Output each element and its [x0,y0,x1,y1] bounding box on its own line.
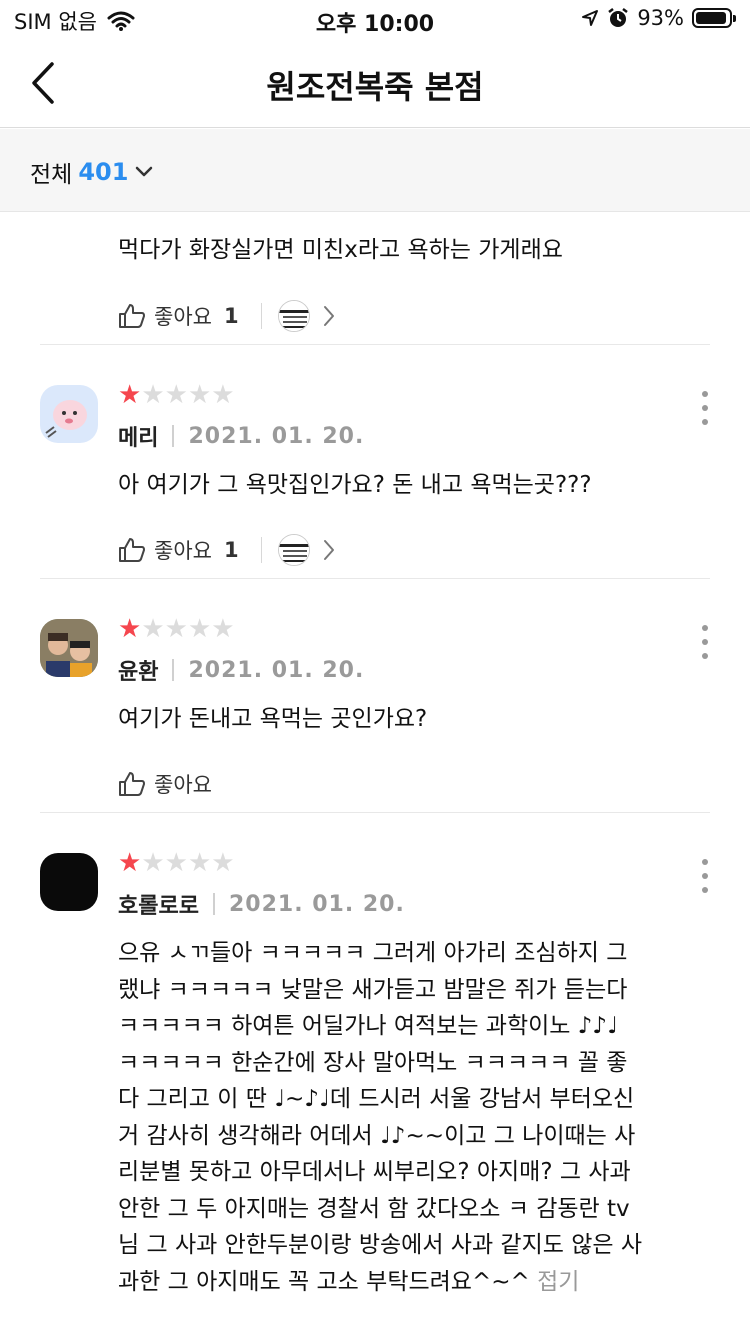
star-empty-icon: ★ [211,848,235,878]
review-item: ★ ★ ★ ★ ★ 윤환 2021. 01. 20. 여기가 돈내고 욕먹는 곳인가요?… [40,579,710,812]
like-button[interactable]: 좋아요 1 [118,535,239,565]
star-filled-icon: ★ [118,848,142,878]
review-text-line: 거 감사히 생각해라 어데서 ♩♪~~이고 그 나이때는 사 [118,1122,636,1149]
author-name[interactable]: 윤환 [118,654,158,686]
star-empty-icon: ★ [141,848,165,878]
review-text-line: 으유 ㅅㄲ들아 ㅋㅋㅋㅋㅋ 그러게 아가리 조심하지 그 [118,940,628,966]
filter-dropdown[interactable]: 전체 401 [30,155,154,189]
like-count: 1 [223,304,239,328]
review-text-last: 과한 그 아지매도 꼭 고소 부탁드려요^~^ [118,1268,530,1295]
battery-icon [692,8,736,28]
rating-stars: ★ ★ ★ ★ ★ [118,849,235,877]
thumbs-up-icon [119,304,145,328]
review-actions: 좋아요 [118,767,212,801]
review-count: 401 [78,158,129,186]
review-text-line: 다 그리고 이 딴 ♩~♪♩데 드시러 서울 강남서 부터오신 [118,1086,635,1112]
star-empty-icon: ★ [141,614,165,644]
star-empty-icon: ★ [211,380,235,410]
battery-percent: 93% [637,6,684,30]
review-text-line: 랬냐 ㅋㅋㅋㅋㅋ 낮말은 새가듣고 밤말은 쥐가 듣는다 [118,976,628,1003]
like-label: 좋아요 [154,773,212,797]
reaction-image[interactable] [277,300,310,332]
kebab-menu-icon[interactable] [700,859,710,893]
star-empty-icon: ★ [164,848,188,878]
review-text-line: ㅋㅋㅋㅋㅋ 하여튼 어딜가나 여적보는 과학이노 ♪♪♩ [118,1013,618,1039]
review-date: 2021. 01. 20. [188,423,365,449]
review-date: 2021. 01. 20. [228,891,405,917]
thumbs-up-icon [119,772,145,796]
star-empty-icon: ★ [164,614,188,644]
battery-fill [696,12,726,24]
review-text-line: 과한 그 아지매도 꼭 고소 부탁드려요^~^ 접기 [118,1264,698,1301]
filter-label: 전체 [30,162,73,188]
collapse-link[interactable]: 접기 [537,1269,579,1295]
rating-stars: ★ ★ ★ ★ ★ [118,381,235,409]
review-meta: 윤환 2021. 01. 20. [118,654,364,686]
review-text: 으유 ㅅㄲ들아 ㅋㅋㅋㅋㅋ 그러게 아가리 조심하지 그 랬냐 ㅋㅋㅋㅋㅋ 낮말… [118,935,698,1300]
review-text: 먹다가 화장실가면 미친x라고 욕하는 가게래요 [118,237,563,263]
review-item: ★ ★ ★ ★ ★ 메리 2021. 01. 20. 아 여기가 그 욕맛집인가요? 돈… [40,345,710,578]
review-text: 여기가 돈내고 욕먹는 곳인가요? [118,706,428,732]
review-text-line: ㅋㅋㅋㅋㅋ 한순간에 장사 말아먹노 ㅋㅋㅋㅋㅋ 꼴 좋 [118,1049,628,1076]
author-name[interactable]: 메리 [118,420,158,452]
avatar[interactable] [40,619,98,677]
page-title: 원조전복죽 본점 [266,68,484,106]
review-text-line: 리분별 못하고 아무데서나 씨부리오? 아지매? 그 사과 [118,1159,631,1185]
chevron-right-icon[interactable] [322,538,336,562]
star-empty-icon: ★ [141,380,165,410]
alarm-icon [608,8,629,27]
nav-header: 원조전복죽 본점 [0,40,750,128]
like-label: 좋아요 [154,539,212,563]
review-meta: 메리 2021. 01. 20. [118,420,364,452]
review-item: ★ ★ ★ ★ ★ 호롤로로 2021. 01. 20. 으유 ㅅㄲ들아 ㅋㅋㅋㅋㅋ 그… [40,813,710,1334]
star-empty-icon: ★ [187,380,212,410]
status-bar: SIM 없음 오후 10:00 93% [0,0,750,40]
status-right: 93% [581,6,736,30]
review-actions: 좋아요 1 [118,299,336,333]
like-button[interactable]: 좋아요 1 [118,301,239,331]
review-text: 아 여기가 그 욕맛집인가요? 돈 내고 욕먹는곳??? [118,472,592,498]
thumbs-up-icon [119,538,145,562]
location-icon [582,10,599,26]
review-item: 먹다가 화장실가면 미친x라고 욕하는 가게래요 좋아요 1 [40,212,710,344]
star-empty-icon: ★ [211,614,235,644]
review-text-line: 님 그 사과 안한두분이랑 방송에서 사과 같지도 않은 사 [118,1232,643,1258]
kebab-menu-icon[interactable] [700,625,710,659]
review-actions: 좋아요 1 [118,533,336,567]
avatar[interactable] [40,853,98,911]
author-name[interactable]: 호롤로로 [118,888,199,920]
review-text-line: 안한 그 두 아지매는 경찰서 함 갔다오소 ㅋ 감동란 tv [118,1195,630,1222]
rating-stars: ★ ★ ★ ★ ★ [118,615,235,643]
like-count: 1 [223,538,239,562]
star-filled-icon: ★ [118,380,142,410]
filter-bar: 전체 401 [0,129,750,212]
chevron-down-icon [136,166,153,177]
star-empty-icon: ★ [187,614,212,644]
star-empty-icon: ★ [187,848,212,878]
star-empty-icon: ★ [164,380,188,410]
like-button[interactable]: 좋아요 [118,769,212,799]
kebab-menu-icon[interactable] [700,391,710,425]
like-label: 좋아요 [154,305,212,329]
reaction-image[interactable] [277,534,310,566]
star-filled-icon: ★ [118,614,142,644]
review-meta: 호롤로로 2021. 01. 20. [118,888,405,920]
review-list: 먹다가 화장실가면 미친x라고 욕하는 가게래요 좋아요 1 ★ ★ ★ ★ ★… [0,212,750,1334]
review-date: 2021. 01. 20. [188,657,365,683]
avatar[interactable] [40,385,98,443]
chevron-right-icon[interactable] [322,304,336,328]
